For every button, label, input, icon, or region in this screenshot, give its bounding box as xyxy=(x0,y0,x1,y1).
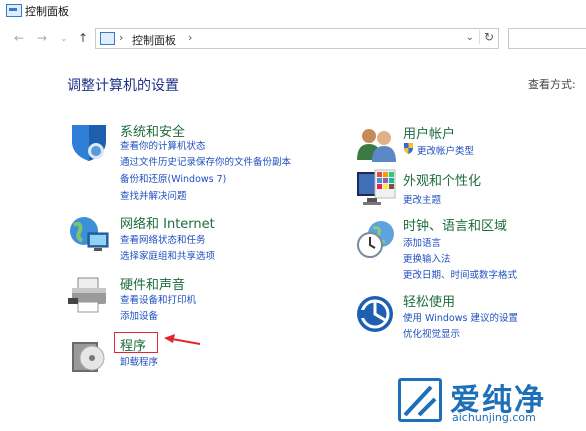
uac-shield-icon xyxy=(404,143,413,154)
appearance-monitor-icon xyxy=(357,169,396,205)
clock-language-title[interactable]: 时钟、语言和区域 xyxy=(403,215,507,234)
ease-of-access-title[interactable]: 轻松使用 xyxy=(403,291,455,310)
hardware-title[interactable]: 硬件和声音 xyxy=(120,274,185,293)
appearance-title[interactable]: 外观和个性化 xyxy=(403,170,481,189)
network-globe-icon xyxy=(70,217,109,251)
recent-chevron-icon[interactable]: ⌄ xyxy=(60,34,68,44)
link-homegroup[interactable]: 选择家庭组和共享选项 xyxy=(120,248,215,262)
programs-disc-icon xyxy=(72,342,105,372)
up-arrow-icon[interactable]: ↑ xyxy=(78,31,88,45)
shield-icon xyxy=(72,125,106,161)
link-backup-restore[interactable]: 备份和还原(Windows 7) xyxy=(120,171,226,185)
user-accounts-title[interactable]: 用户帐户 xyxy=(403,123,455,142)
watermark: 爱纯净 aichunjing.com xyxy=(398,378,586,431)
ease-of-access-icon xyxy=(357,296,393,332)
link-add-language[interactable]: 添加语言 xyxy=(403,235,441,249)
chevron-down-icon[interactable]: ⌄ xyxy=(466,32,474,43)
link-recommended-settings[interactable]: 使用 Windows 建议的设置 xyxy=(403,310,518,324)
breadcrumb-control-panel[interactable]: 控制面板 xyxy=(132,32,176,48)
link-file-history[interactable]: 通过文件历史记录保存你的文件备份副本 xyxy=(120,154,291,168)
link-change-input-method[interactable]: 更换输入法 xyxy=(403,251,451,265)
link-troubleshoot[interactable]: 查找并解决问题 xyxy=(120,188,187,202)
view-by-label[interactable]: 查看方式: xyxy=(528,76,576,92)
breadcrumb-separator[interactable]: › xyxy=(188,31,192,44)
forward-arrow-icon[interactable]: → xyxy=(37,31,47,45)
network-title[interactable]: 网络和 Internet xyxy=(120,213,215,232)
link-change-date-format[interactable]: 更改日期、时间或数字格式 xyxy=(403,267,517,281)
link-view-status[interactable]: 查看你的计算机状态 xyxy=(120,138,206,152)
link-add-device[interactable]: 添加设备 xyxy=(120,308,158,322)
watermark-en: aichunjing.com xyxy=(452,411,536,424)
users-icon xyxy=(357,129,396,162)
search-input[interactable] xyxy=(508,28,586,49)
refresh-icon[interactable]: ↻ xyxy=(478,30,494,44)
link-uninstall-program[interactable]: 卸载程序 xyxy=(120,354,158,368)
title-bar: 控制面板 xyxy=(0,0,586,22)
link-change-theme[interactable]: 更改主题 xyxy=(403,192,441,206)
breadcrumb-separator: › xyxy=(119,31,124,44)
watermark-logo-icon xyxy=(398,378,442,422)
link-optimize-visual[interactable]: 优化视觉显示 xyxy=(403,326,460,340)
navigation-bar: ← → ⌄ ↑ › 控制面板 › ⌄ ↻ xyxy=(0,26,586,52)
window-title: 控制面板 xyxy=(25,5,69,18)
annotation-highlight-box xyxy=(114,332,158,353)
link-devices-printers[interactable]: 查看设备和打印机 xyxy=(120,292,196,306)
address-bar[interactable]: › 控制面板 › ⌄ ↻ xyxy=(95,28,499,49)
annotation-arrow xyxy=(164,334,201,345)
link-network-status[interactable]: 查看网络状态和任务 xyxy=(120,232,206,246)
control-panel-icon xyxy=(6,4,22,17)
clock-globe-icon xyxy=(357,221,394,258)
back-arrow-icon[interactable]: ← xyxy=(14,31,24,45)
printer-icon xyxy=(68,277,106,313)
link-change-account-type[interactable]: 更改帐户类型 xyxy=(417,143,474,157)
control-panel-small-icon xyxy=(100,32,115,45)
page-title: 调整计算机的设置 xyxy=(67,78,179,94)
